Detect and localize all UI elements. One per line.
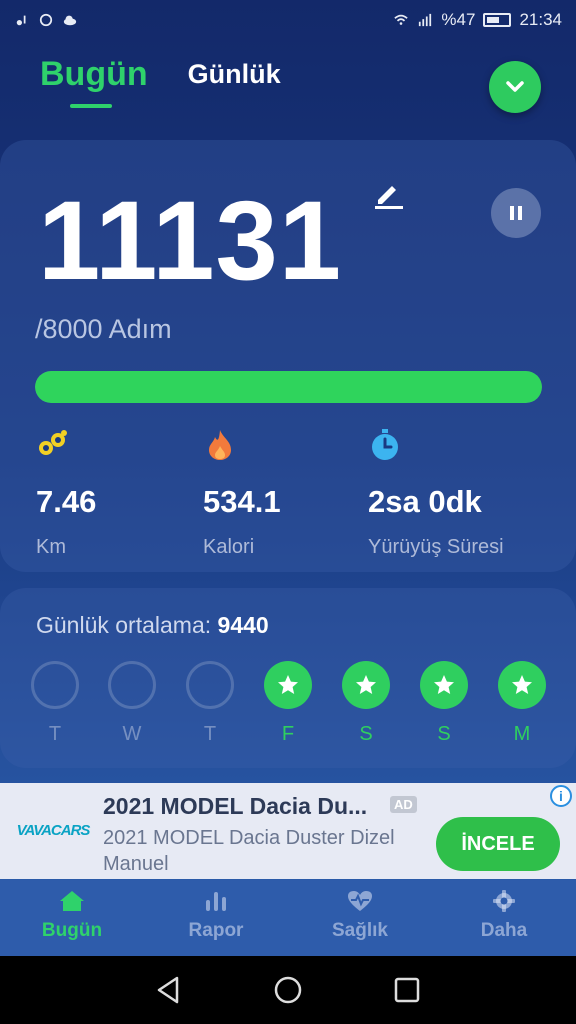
header-tabs: Bugün Günlük — [40, 55, 281, 108]
day-5: S — [420, 661, 468, 746]
flame-icon — [209, 430, 231, 460]
day-1: W — [108, 661, 156, 746]
step-progress-fill — [35, 371, 542, 403]
day-label: S — [359, 723, 373, 745]
gear-icon — [493, 890, 515, 912]
bar-chart-icon — [206, 892, 226, 911]
daily-average: Günlük ortalama: 9440 — [36, 612, 269, 639]
heart-pulse-icon — [348, 891, 372, 911]
daily-average-label: Günlük ortalama: — [36, 612, 212, 638]
star-icon — [512, 675, 532, 694]
day-6: M — [498, 661, 546, 746]
home-icon — [60, 891, 84, 911]
stat-calories: 534.1 Kalori — [203, 428, 281, 559]
step-count: 11131 — [38, 178, 343, 303]
chevron-down-icon — [506, 81, 524, 92]
nav-label-health: Sağlık — [332, 920, 388, 941]
day-label: T — [48, 723, 62, 745]
step-progress-bar — [35, 371, 542, 403]
battery-percent: %47 — [441, 10, 476, 29]
day-goal-missed — [31, 661, 79, 709]
daily-average-value: 9440 — [217, 612, 269, 638]
ad-description[interactable]: 2021 MODEL Dacia Duster Dizel Manuel — [103, 825, 423, 877]
distance-value: 7.46 — [36, 484, 97, 519]
footprints-icon — [39, 430, 67, 455]
recents-icon[interactable] — [391, 974, 423, 1006]
edit-icon[interactable] — [372, 178, 404, 210]
ad-cta-button[interactable]: İNCELE — [436, 817, 560, 871]
collapse-button[interactable] — [489, 61, 541, 113]
day-label: F — [281, 723, 295, 745]
nav-item-report[interactable]: Rapor — [144, 880, 288, 956]
stopwatch-icon — [372, 429, 398, 460]
home-button-icon[interactable] — [272, 974, 304, 1006]
calories-value: 534.1 — [203, 484, 281, 519]
signal-icon — [419, 13, 432, 27]
step-goal: /8000 Adım — [35, 314, 172, 344]
day-0: T — [31, 661, 79, 746]
nav-item-health[interactable]: Sağlık — [288, 880, 432, 956]
tab-today[interactable]: Bugün — [40, 55, 148, 108]
stat-walking-time: 2sa 0dk Yürüyüş Süresi — [368, 428, 504, 559]
ad-title[interactable]: 2021 MODEL Dacia Du... — [103, 793, 367, 820]
notification-icon — [16, 15, 26, 26]
stat-distance: 7.46 Km — [36, 428, 96, 559]
ad-logo[interactable]: VAVACARS — [17, 808, 91, 852]
bottom-nav: Bugün Rapor Sağlık Daha — [0, 880, 576, 956]
battery-icon — [483, 13, 512, 27]
nav-label-report: Rapor — [188, 920, 244, 941]
day-label: S — [437, 723, 451, 745]
ad-badge: AD — [390, 796, 417, 813]
star-icon — [278, 675, 298, 694]
walking-time-label: Yürüyüş Süresi — [368, 536, 504, 558]
day-goal-achieved — [498, 661, 546, 709]
ad-banner[interactable]: VAVACARS 2021 MODEL Dacia Du... AD 2021 … — [0, 783, 576, 879]
day-goal-achieved — [342, 661, 390, 709]
day-goal-missed — [186, 661, 234, 709]
day-3: F — [264, 661, 312, 746]
day-goal-missed — [108, 661, 156, 709]
system-nav-bar — [0, 956, 576, 1024]
day-label: M — [513, 723, 531, 745]
wifi-icon — [394, 14, 409, 25]
nav-item-more[interactable]: Daha — [432, 880, 576, 956]
star-icon — [356, 675, 376, 694]
status-right-icons: %47 21:34 — [393, 10, 562, 30]
calories-label: Kalori — [203, 536, 255, 558]
pause-icon — [510, 206, 522, 220]
status-bar: %47 21:34 — [0, 0, 576, 40]
nav-label-more: Daha — [480, 920, 528, 941]
nav-label-today: Bugün — [41, 920, 103, 941]
day-label: W — [122, 723, 142, 745]
day-label: T — [203, 723, 217, 745]
whatsapp-icon — [39, 13, 53, 27]
distance-label: Km — [36, 536, 66, 558]
pause-button[interactable] — [491, 188, 541, 238]
nav-item-today[interactable]: Bugün — [0, 880, 144, 956]
clock: 21:34 — [519, 10, 562, 29]
day-2: T — [186, 661, 234, 746]
status-left-icons — [14, 13, 78, 27]
day-goal-achieved — [420, 661, 468, 709]
walking-time-value: 2sa 0dk — [368, 484, 482, 519]
day-goal-achieved — [264, 661, 312, 709]
cloud-icon — [63, 15, 77, 26]
ad-info-icon[interactable]: i — [550, 785, 572, 807]
star-icon — [434, 675, 454, 694]
tab-daily[interactable]: Günlük — [188, 59, 281, 94]
day-4: S — [342, 661, 390, 746]
back-icon[interactable] — [153, 974, 185, 1006]
